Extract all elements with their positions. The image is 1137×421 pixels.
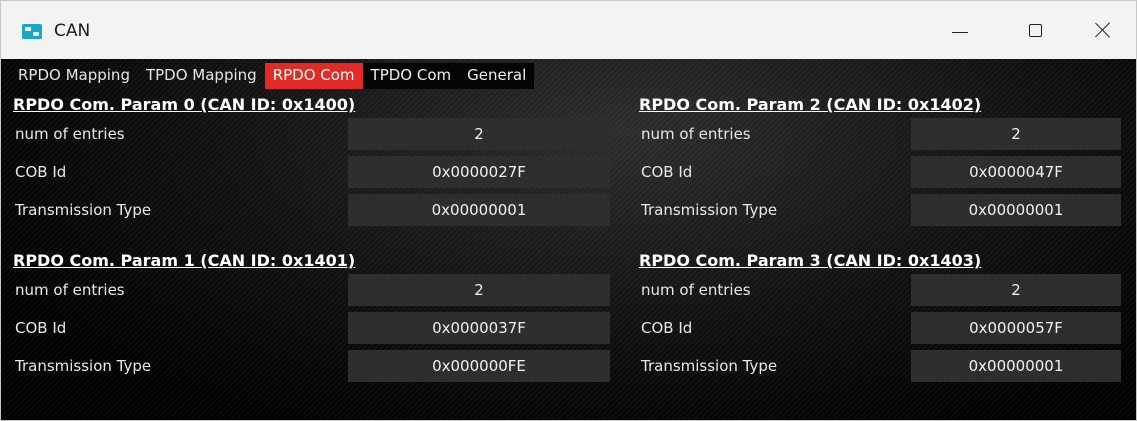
tab-rpdo-mapping[interactable]: RPDO Mapping [10,63,138,89]
minimize-icon [952,31,968,33]
num-entries-field[interactable]: 2 [911,118,1121,150]
param-3-row-cob: COB Id 0x0000057F [639,311,1136,345]
param-2-title: RPDO Com. Param 2 (CAN ID: 0x1402) [639,95,982,114]
row-label: COB Id [15,319,67,337]
row-label: Transmission Type [15,201,152,219]
param-1-row-transmission: Transmission Type 0x000000FE [13,349,613,383]
close-button[interactable] [1069,1,1136,59]
cob-id-field[interactable]: 0x0000037F [348,312,610,344]
param-2-row-entries: num of entries 2 [639,117,1136,151]
title-bar[interactable]: CAN [1,1,1136,59]
minimize-button[interactable] [926,1,994,59]
row-label: COB Id [15,163,67,181]
row-label: Transmission Type [641,357,778,375]
param-2-row-cob: COB Id 0x0000047F [639,155,1136,189]
param-0-title: RPDO Com. Param 0 (CAN ID: 0x1400) [13,95,356,114]
maximize-icon [1028,23,1042,37]
param-0-row-cob: COB Id 0x0000027F [13,155,613,189]
param-0-row-entries: num of entries 2 [13,117,613,151]
row-label: num of entries [15,281,125,299]
maximize-button[interactable] [1001,1,1069,59]
param-2-row-transmission: Transmission Type 0x00000001 [639,193,1136,227]
tab-tpdo-com[interactable]: TPDO Com [362,63,460,89]
row-label: Transmission Type [15,357,152,375]
close-icon [1095,22,1111,38]
num-entries-field[interactable]: 2 [911,274,1121,306]
param-3-title: RPDO Com. Param 3 (CAN ID: 0x1403) [639,251,982,270]
row-label: COB Id [641,319,693,337]
param-1-title: RPDO Com. Param 1 (CAN ID: 0x1401) [13,251,356,270]
transmission-type-field[interactable]: 0x00000001 [911,194,1121,226]
transmission-type-field[interactable]: 0x000000FE [348,350,610,382]
transmission-type-field[interactable]: 0x00000001 [911,350,1121,382]
row-label: num of entries [641,281,751,299]
param-3-row-transmission: Transmission Type 0x00000001 [639,349,1136,383]
param-1-row-cob: COB Id 0x0000037F [13,311,613,345]
num-entries-field[interactable]: 2 [348,274,610,306]
tab-general[interactable]: General [459,63,535,89]
can-window: CAN RPDO Mapping TPDO Mapping RPDO Com T… [0,0,1137,421]
param-0-row-transmission: Transmission Type 0x00000001 [13,193,613,227]
tab-bar: RPDO Mapping TPDO Mapping RPDO Com TPDO … [10,63,535,89]
app-icon [22,24,42,39]
param-3-row-entries: num of entries 2 [639,273,1136,307]
row-label: COB Id [641,163,693,181]
tab-rpdo-com[interactable]: RPDO Com [264,63,363,89]
cob-id-field[interactable]: 0x0000047F [911,156,1121,188]
window-title: CAN [54,21,91,41]
num-entries-field[interactable]: 2 [348,118,610,150]
transmission-type-field[interactable]: 0x00000001 [348,194,610,226]
row-label: num of entries [641,125,751,143]
tab-tpdo-mapping[interactable]: TPDO Mapping [138,63,265,89]
cob-id-field[interactable]: 0x0000027F [348,156,610,188]
cob-id-field[interactable]: 0x0000057F [911,312,1121,344]
row-label: Transmission Type [641,201,778,219]
row-label: num of entries [15,125,125,143]
content-area: RPDO Mapping TPDO Mapping RPDO Com TPDO … [1,59,1136,420]
param-1-row-entries: num of entries 2 [13,273,613,307]
